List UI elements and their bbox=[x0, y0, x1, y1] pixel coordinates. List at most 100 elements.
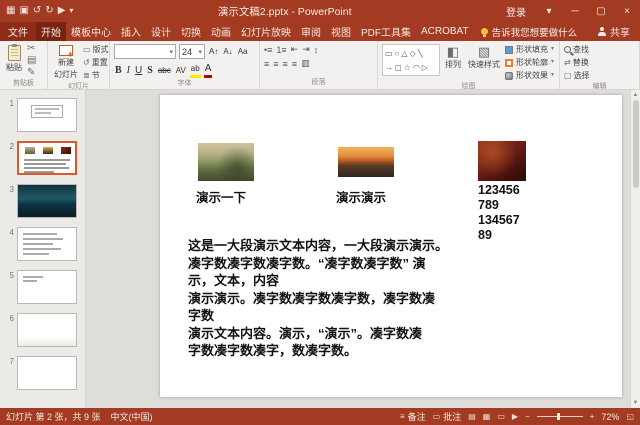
format-painter-icon[interactable]: ✎ bbox=[27, 68, 36, 78]
slide-preview[interactable] bbox=[17, 313, 77, 347]
select-button[interactable]: ▢选择 bbox=[564, 70, 590, 81]
comments-toggle[interactable]: ▭批注 bbox=[433, 410, 462, 423]
save-icon[interactable]: ▣ bbox=[19, 6, 28, 16]
arrange-button[interactable]: ◧ 排列 bbox=[443, 44, 463, 71]
increase-font-size-button[interactable]: A↑ bbox=[208, 45, 219, 58]
undo-icon[interactable]: ↺ bbox=[33, 6, 41, 16]
zoom-slider[interactable] bbox=[537, 416, 583, 417]
slide-thumbnail-5[interactable]: 5 bbox=[0, 270, 85, 313]
tab-pdf-tools[interactable]: PDF工具集 bbox=[356, 22, 416, 41]
slideshow-view-icon[interactable]: ▶ bbox=[512, 412, 518, 421]
font-color-button[interactable]: A bbox=[204, 62, 213, 78]
notes-toggle[interactable]: ≡备注 bbox=[400, 410, 426, 423]
ribbon-display-options-icon[interactable]: ▾ bbox=[536, 3, 562, 20]
highlight-color-button[interactable]: ab bbox=[190, 62, 201, 78]
new-slide-button[interactable]: 新建 幻灯片 bbox=[52, 44, 80, 81]
vertical-scrollbar[interactable]: ▲ ▼ bbox=[630, 90, 640, 408]
cut-icon[interactable]: ✂ bbox=[27, 44, 36, 54]
tab-transitions[interactable]: 切换 bbox=[176, 22, 206, 41]
tab-slideshow[interactable]: 幻灯片放映 bbox=[236, 22, 296, 41]
slide-preview[interactable] bbox=[17, 141, 77, 175]
group-label-font[interactable]: 字体 bbox=[110, 78, 259, 90]
slide-thumbnail-7[interactable]: 7 bbox=[0, 356, 85, 399]
shape-fill-button[interactable]: 形状填充▾ bbox=[505, 44, 554, 55]
image-caption-2[interactable]: 演示演示 bbox=[336, 187, 386, 206]
shape-outline-button[interactable]: 形状轮廓▾ bbox=[505, 57, 554, 68]
change-case-button[interactable]: Aa bbox=[237, 45, 249, 58]
current-slide[interactable]: 演示一下 演示演示 123456 789 134567 89 这是一大段演示文本… bbox=[160, 95, 622, 397]
tab-review[interactable]: 审阅 bbox=[296, 22, 326, 41]
section-button[interactable]: ≣节 bbox=[83, 70, 109, 81]
shapes-gallery[interactable]: ▭○△◇╲ →◻☆◠▷ bbox=[382, 44, 440, 76]
slide-thumbnail-3[interactable]: 3 bbox=[0, 184, 85, 227]
group-label-clipboard[interactable]: 剪贴板 bbox=[0, 78, 47, 90]
scroll-down-icon[interactable]: ▼ bbox=[633, 398, 639, 408]
slide-image-sunset[interactable] bbox=[338, 147, 394, 177]
slide-preview[interactable] bbox=[17, 98, 77, 132]
tab-home[interactable]: 开始 bbox=[36, 22, 66, 41]
font-size-combobox[interactable]: 24▾ bbox=[179, 44, 205, 59]
slide-sorter-view-icon[interactable]: ▦ bbox=[483, 412, 491, 421]
decrease-indent-button[interactable]: ⇤ bbox=[291, 44, 299, 55]
language-status[interactable]: 中文(中国) bbox=[111, 410, 153, 423]
minimize-button[interactable]: ─ bbox=[562, 3, 588, 20]
quick-styles-button[interactable]: ▧ 快速样式 bbox=[466, 44, 502, 71]
bullets-button[interactable]: •≡ bbox=[264, 45, 272, 55]
reading-view-icon[interactable]: ▭ bbox=[497, 412, 505, 421]
align-center-button[interactable]: ≡ bbox=[273, 59, 278, 69]
text-shadow-button[interactable]: S bbox=[146, 64, 154, 77]
slide-count-status[interactable]: 幻灯片 第 2 张，共 9 张 bbox=[6, 410, 101, 423]
scrollbar-thumb[interactable] bbox=[633, 100, 639, 188]
tab-design[interactable]: 设计 bbox=[146, 22, 176, 41]
font-name-combobox[interactable]: ▾ bbox=[114, 44, 176, 59]
replace-button[interactable]: ⇄替换 bbox=[564, 57, 590, 68]
columns-button[interactable]: ▥ bbox=[301, 58, 310, 69]
slide-body-text[interactable]: 这是一大段演示文本内容，一大段演示演示。 凑字数凑字数凑字数。“凑字数凑字数” … bbox=[188, 237, 448, 360]
slide-preview[interactable] bbox=[17, 227, 77, 261]
maximize-button[interactable]: ▢ bbox=[588, 3, 614, 20]
start-slideshow-icon[interactable]: ▶ bbox=[58, 6, 66, 16]
slide-image-landscape[interactable] bbox=[198, 143, 254, 181]
justify-button[interactable]: ≡ bbox=[292, 59, 297, 69]
shapes-row-1[interactable]: ▭○△◇╲ bbox=[385, 49, 437, 58]
close-button[interactable]: × bbox=[614, 3, 640, 20]
redo-icon[interactable]: ↻ bbox=[45, 6, 53, 16]
slide-preview[interactable] bbox=[17, 270, 77, 304]
decrease-font-size-button[interactable]: A↓ bbox=[222, 45, 233, 58]
line-spacing-button[interactable]: ↕ bbox=[314, 45, 319, 55]
slide-preview[interactable] bbox=[17, 184, 77, 218]
align-left-button[interactable]: ≡ bbox=[264, 59, 269, 69]
reset-button[interactable]: ↺重置 bbox=[83, 57, 109, 68]
tab-animations[interactable]: 动画 bbox=[206, 22, 236, 41]
strikethrough-button[interactable]: abc bbox=[157, 64, 172, 77]
fit-to-window-icon[interactable]: ◱ bbox=[626, 412, 634, 421]
zoom-level[interactable]: 72% bbox=[601, 412, 619, 422]
slide-image-dark-red[interactable] bbox=[478, 141, 526, 181]
slide-thumbnail-6[interactable]: 6 bbox=[0, 313, 85, 356]
tab-acrobat[interactable]: ACROBAT bbox=[416, 22, 474, 41]
image-caption-numbers[interactable]: 123456 789 134567 89 bbox=[478, 183, 520, 243]
character-spacing-button[interactable]: AV bbox=[175, 64, 187, 77]
zoom-out-icon[interactable]: − bbox=[525, 412, 530, 421]
slide-thumbnail-4[interactable]: 4 bbox=[0, 227, 85, 270]
sign-in-button[interactable]: 登录 bbox=[496, 4, 536, 19]
numbering-button[interactable]: 1≡ bbox=[276, 45, 286, 55]
scroll-up-icon[interactable]: ▲ bbox=[633, 90, 639, 100]
paste-button[interactable]: 粘贴 bbox=[4, 44, 24, 74]
find-button[interactable]: 查找 bbox=[564, 44, 590, 55]
shapes-row-2[interactable]: →◻☆◠▷ bbox=[385, 63, 437, 72]
copy-icon[interactable]: ▤ bbox=[27, 56, 36, 66]
normal-view-icon[interactable]: ▤ bbox=[468, 412, 476, 421]
layout-button[interactable]: ▭版式 bbox=[83, 44, 109, 55]
italic-button[interactable]: I bbox=[126, 64, 131, 77]
tab-insert[interactable]: 插入 bbox=[116, 22, 146, 41]
tab-template-center[interactable]: 模板中心 bbox=[66, 22, 116, 41]
underline-button[interactable]: U bbox=[134, 64, 143, 77]
tab-file[interactable]: 文件 bbox=[0, 22, 36, 41]
group-label-paragraph[interactable]: 段落 bbox=[260, 77, 377, 89]
slide-thumbnail-1[interactable]: 1 bbox=[0, 98, 85, 141]
increase-indent-button[interactable]: ⇥ bbox=[302, 44, 310, 55]
slide-preview[interactable] bbox=[17, 356, 77, 390]
align-right-button[interactable]: ≡ bbox=[283, 59, 288, 69]
slide-thumbnail-2[interactable]: 2 bbox=[0, 141, 85, 184]
